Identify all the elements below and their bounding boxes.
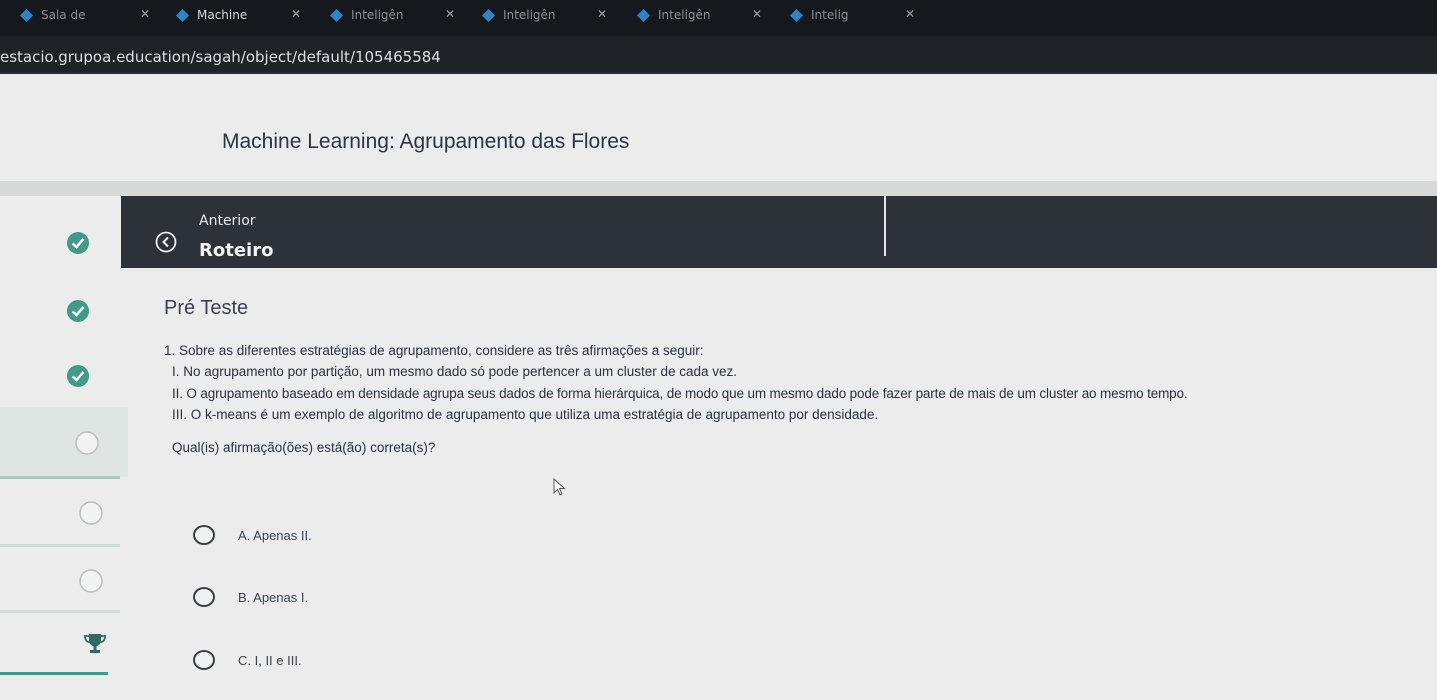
next-button[interactable] [886, 196, 1437, 268]
statement: III. O k-means é um exemplo de algoritmo… [172, 407, 879, 422]
option-label: B. Apenas I. [238, 589, 309, 605]
diamond-favicon-icon [637, 8, 650, 22]
previous-button[interactable]: Anterior Roteiro [121, 196, 884, 268]
browser-tab[interactable]: Intelig ✕ [790, 4, 915, 26]
mouse-cursor-icon [553, 478, 566, 496]
statement: I. No agrupamento por partição, um mesmo… [172, 364, 738, 379]
tab-title: Inteligên [658, 8, 711, 22]
empty-circle-icon[interactable] [74, 430, 100, 456]
check-circle-icon[interactable] [66, 364, 90, 388]
tab-title: Sala de [41, 8, 86, 22]
empty-circle-icon[interactable] [78, 568, 104, 594]
option-label: C. I, II e III. [238, 652, 302, 668]
browser-tab-active[interactable]: Machine ✕ [176, 4, 301, 26]
close-icon[interactable]: ✕ [140, 7, 150, 21]
tab-title: Inteligên [351, 8, 404, 22]
url-text[interactable]: estacio.grupoa.education/sagah/object/de… [0, 48, 441, 66]
browser-tab[interactable]: Inteligên ✕ [637, 4, 762, 26]
diamond-favicon-icon [482, 8, 495, 22]
diamond-favicon-icon [330, 8, 343, 22]
diamond-favicon-icon [790, 8, 803, 22]
rail-divider [0, 610, 120, 613]
rail-divider [0, 544, 120, 547]
empty-circle-icon[interactable] [78, 500, 104, 526]
radio-button[interactable] [193, 587, 215, 607]
section-title: Pré Teste [164, 297, 249, 319]
tab-title: Inteligên [503, 8, 556, 22]
answer-option-c[interactable]: C. I, II e III. [193, 648, 302, 672]
close-icon[interactable]: ✕ [445, 7, 455, 21]
current-step-highlight [0, 407, 128, 477]
statement: II. O agrupamento baseado em densidade a… [172, 386, 1188, 401]
diamond-favicon-icon [20, 8, 33, 22]
answer-option-a[interactable]: A. Apenas II. [193, 523, 312, 547]
browser-tab[interactable]: Inteligên ✕ [482, 4, 607, 26]
address-bar[interactable]: estacio.grupoa.education/sagah/object/de… [0, 36, 1437, 74]
lesson-nav-bar: Anterior Roteiro [121, 196, 1437, 268]
previous-title: Roteiro [199, 240, 274, 261]
rail-divider [0, 476, 120, 479]
close-icon[interactable]: ✕ [597, 7, 607, 21]
close-icon[interactable]: ✕ [752, 7, 762, 21]
page-title: Machine Learning: Agrupamento das Flores [222, 130, 630, 153]
close-icon[interactable]: ✕ [905, 7, 915, 21]
diamond-favicon-icon [176, 8, 189, 22]
browser-tab-bar: Sala de ✕ Machine ✕ Inteligên ✕ Inteligê… [0, 0, 1437, 36]
rail-progress-line [0, 672, 108, 675]
check-circle-icon[interactable] [66, 231, 90, 255]
header-divider [0, 181, 1437, 196]
close-icon[interactable]: ✕ [291, 7, 301, 21]
radio-button[interactable] [193, 525, 215, 545]
chevron-left-circle-icon [155, 231, 177, 253]
question-prompt: Qual(is) afirmação(ões) está(ão) correta… [172, 440, 436, 455]
question-text: 1. Sobre as diferentes estratégias de ag… [164, 343, 704, 358]
browser-tab[interactable]: Sala de ✕ [20, 4, 150, 26]
tab-title: Intelig [811, 8, 849, 22]
trophy-icon[interactable] [82, 631, 108, 657]
previous-label: Anterior [199, 213, 256, 229]
tab-title: Machine [197, 8, 248, 22]
browser-tab[interactable]: Inteligên ✕ [330, 4, 455, 26]
option-label: A. Apenas II. [238, 527, 312, 543]
check-circle-icon[interactable] [66, 299, 90, 323]
answer-option-b[interactable]: B. Apenas I. [193, 585, 308, 609]
radio-button[interactable] [193, 650, 215, 670]
